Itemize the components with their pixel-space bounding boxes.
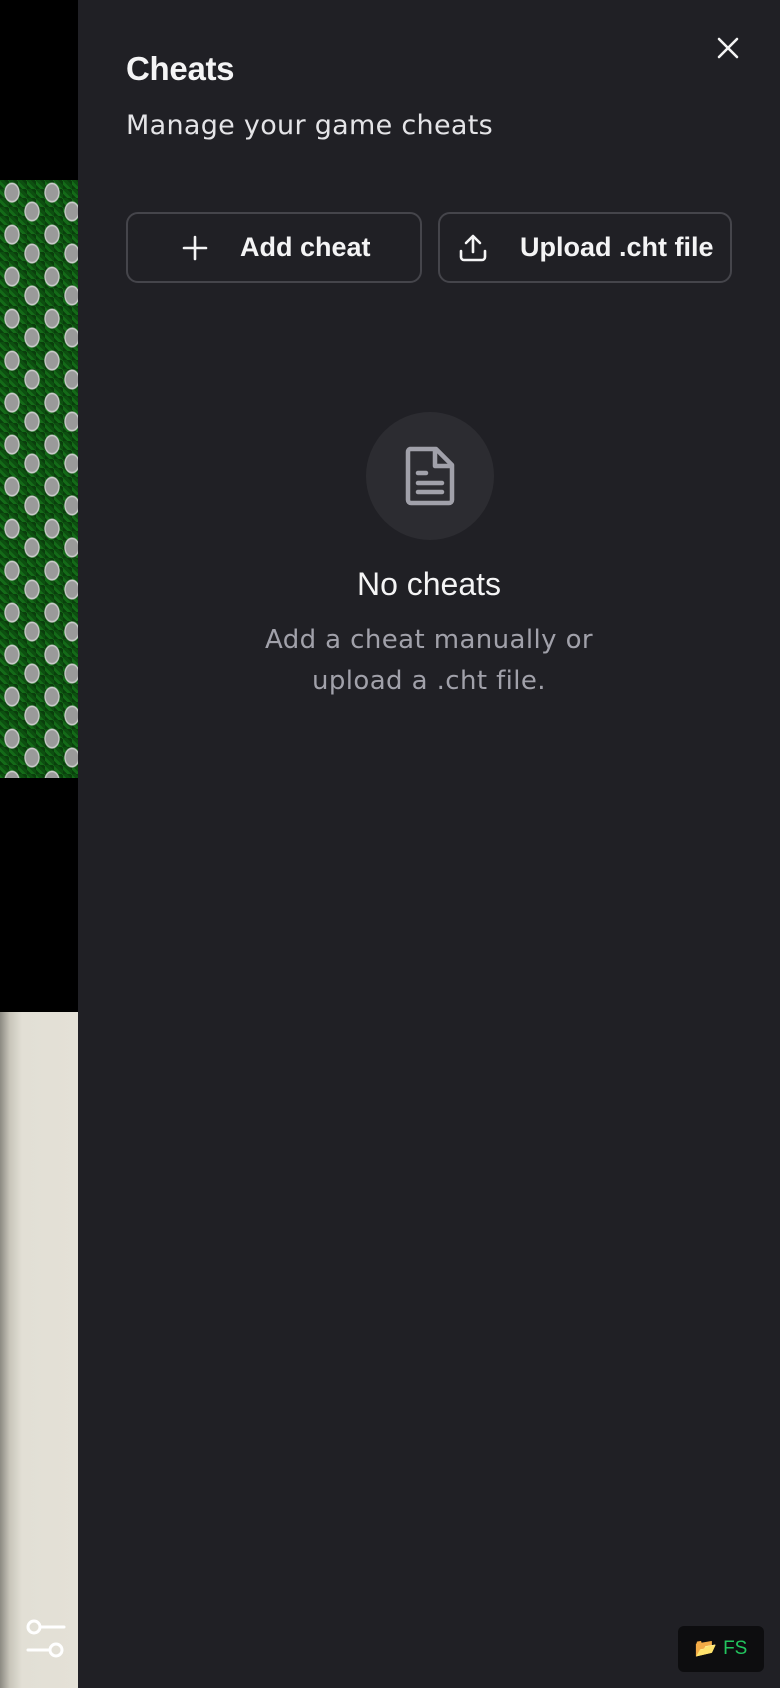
panel-title: Cheats bbox=[126, 50, 235, 87]
settings-button[interactable] bbox=[26, 1618, 68, 1664]
app-screen: Cheats Manage your game cheats Add cheat… bbox=[0, 0, 780, 1688]
game-sprite-area bbox=[0, 180, 78, 778]
add-cheat-label: Add cheat bbox=[240, 232, 371, 262]
document-icon bbox=[405, 446, 455, 506]
close-icon bbox=[717, 37, 739, 59]
panel-subtitle: Manage your game cheats bbox=[126, 110, 493, 141]
folder-icon: 📂 bbox=[694, 1638, 718, 1659]
upload-cht-button[interactable]: Upload .cht file bbox=[438, 212, 732, 283]
empty-state-icon-circle bbox=[366, 412, 494, 540]
settings-sliders-icon bbox=[26, 1619, 66, 1658]
add-cheat-button[interactable]: Add cheat bbox=[126, 212, 422, 283]
cheats-panel: Cheats Manage your game cheats Add cheat… bbox=[78, 0, 780, 1688]
empty-state-title: No cheats bbox=[356, 566, 502, 602]
fs-button[interactable]: 📂 FS bbox=[678, 1626, 764, 1672]
plus-icon bbox=[180, 233, 210, 263]
empty-state-description: Add a cheat manually or upload a .cht fi… bbox=[78, 620, 780, 702]
close-button[interactable] bbox=[710, 30, 746, 66]
upload-cht-label: Upload .cht file bbox=[520, 232, 714, 262]
empty-state-description-line-1: Add a cheat manually or bbox=[264, 625, 593, 655]
game-background-area bbox=[0, 1012, 78, 1688]
game-canvas[interactable] bbox=[0, 0, 78, 1688]
empty-state-description-line-2: upload a .cht file. bbox=[312, 666, 546, 696]
upload-icon bbox=[458, 233, 488, 263]
fs-label: FS bbox=[723, 1638, 748, 1659]
